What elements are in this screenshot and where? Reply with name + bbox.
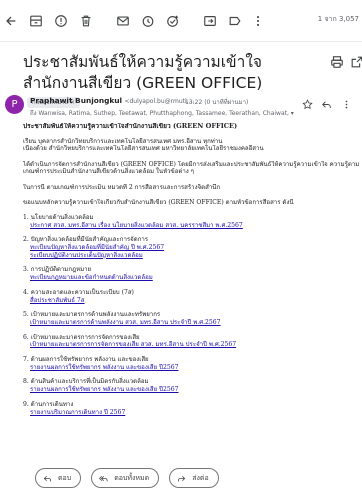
add-task-icon[interactable] [163, 11, 183, 31]
item-title: 7. ด้านผลการใช้ทรัพยากร พลังงาน และของเส… [23, 356, 149, 364]
list-item: 3. การปฏิบัติตามกฎหมาย ทะเบียนกฎหมายและข… [23, 266, 361, 281]
body-greeting: เรียน บุคลากรสำนักวิทยบริการและเทคโนโลยี… [23, 137, 223, 145]
open-new-window-icon[interactable] [350, 54, 362, 68]
reply-button[interactable]: ตอบ [35, 468, 82, 488]
snooze-icon[interactable] [138, 11, 158, 31]
item-title: 4. ความสะอาดและความเป็นระเบียบ (7ส) [23, 288, 134, 296]
list-item: 8. ด้านสินค้าและบริการที่เป็นมิตรกับสิ่ง… [23, 378, 361, 393]
item-title: 1. นโยบายด้านสิ่งแวดล้อม [23, 213, 94, 221]
reply-actions: ตอบ ตอบทั้งหมด ส่งต่อ [35, 468, 219, 488]
body-para-3: ขอแนบหลักความรู้ความเข้าใจเกี่ยวกับสำนัก… [23, 198, 294, 206]
delete-icon[interactable] [76, 11, 96, 31]
move-to-icon[interactable] [200, 11, 220, 31]
mark-unread-icon[interactable] [113, 11, 133, 31]
star-icon[interactable] [302, 95, 313, 110]
sender-name[interactable]: Praphawit Bunjongkul [30, 96, 122, 105]
back-arrow-icon[interactable] [1, 11, 21, 31]
sender-line: Praphawit Bunjongkul <dulyapol.bu@rmuti.… [30, 96, 194, 105]
item-link[interactable]: ประกาศ สวส. มทร.อีสาน เรื่อง นโยบายสิ่งแ… [23, 222, 361, 230]
forward-label: ส่งต่อ [192, 473, 209, 482]
more-vert-icon[interactable] [248, 11, 268, 31]
email-subject: ประชาสัมพันธ์ให้ความรู้ความเข้าใจสำนักงา… [23, 52, 323, 115]
list-item: 2. ปัญหาสิ่งแวดล้อมที่มีนัยสำคัญและการจั… [23, 236, 361, 259]
message-count: 1 จาก 3,057 [317, 15, 359, 23]
message-toolbar: 1 จาก 3,057 [0, 0, 362, 42]
topic-list: 1. นโยบายด้านสิ่งแวดล้อม ประกาศ สวส. มทร… [23, 214, 361, 416]
subject-text: ประชาสัมพันธ์ให้ความรู้ความเข้าใจสำนักงา… [23, 53, 263, 92]
forward-button[interactable]: ส่งต่อ [169, 468, 219, 488]
body-title: ประชาสัมพันธ์ให้ความรู้ความเข้าใจสำนักงา… [23, 123, 238, 130]
body-subject-line: เนื่องด้วย สำนักวิทยบริการและเทคโนโลยีสา… [23, 145, 264, 153]
item-link[interactable]: ทะเบียนกฎหมายและข้อกำหนดด้านสิ่งแวดล้อม [23, 274, 361, 282]
item-link[interactable]: รายงานปริมาณการเดินทาง ปี 2567 [23, 409, 361, 417]
list-item: 7. ด้านผลการใช้ทรัพยากร พลังงาน และของเส… [23, 356, 361, 371]
item-link[interactable]: เป้าหมายและมาตรการการจัดการของเสีย สวส. … [23, 341, 361, 349]
sender-email: <dulyapol.bu@rmuti.... [124, 98, 195, 105]
list-item: 6. เป้าหมายและมาตรการการจัดการของเสีย เป… [23, 334, 361, 349]
list-item: 9. ด้านการเดินทาง รายงานปริมาณการเดินทาง… [23, 401, 361, 416]
more-options-icon[interactable] [341, 95, 352, 109]
label-icon[interactable] [225, 11, 245, 31]
reply-icon[interactable] [321, 95, 332, 108]
reply-all-button[interactable]: ตอบทั้งหมด [91, 468, 160, 488]
item-link[interactable]: รายงานผลการใช้ทรัพยากร พลังงาน และของเสี… [23, 386, 361, 394]
list-item: 5. เป้าหมายและมาตรการด้านพลังงานและทรัพย… [23, 311, 361, 326]
archive-icon[interactable] [26, 11, 46, 31]
email-time: 13:22 (0 นาทีที่ผ่านมา) [185, 99, 249, 106]
reply-all-label: ตอบทั้งหมด [114, 473, 150, 482]
sender-avatar: P [5, 95, 24, 114]
list-item: 1. นโยบายด้านสิ่งแวดล้อม ประกาศ สวส. มทร… [23, 214, 361, 229]
item-title: 9. ด้านการเดินทาง [23, 400, 74, 408]
item-title: 5. เป้าหมายและมาตรการด้านพลังงานและทรัพย… [23, 311, 161, 319]
body-para-2: ในการนี้ ตามเกณฑ์การประเมิน หมวดที่ 2 กา… [23, 183, 221, 191]
recipients-line[interactable]: ถึง Wanwisa, Ratima, Suthep, Teetawat, P… [30, 108, 360, 118]
item-link[interactable]: รายงานผลการใช้ทรัพยากร พลังงาน และของเสี… [23, 364, 361, 372]
email-body: ประชาสัมพันธ์ให้ความรู้ความเข้าใจสำนักงา… [23, 123, 361, 423]
item-link[interactable]: ระเบียบปฏิบัติงานประเด็นปัญหาสิ่งแวดล้อม [23, 252, 361, 260]
item-link[interactable]: ทะเบียนปัญหาสิ่งแวดล้อมที่มีนัยสำคัญ ปี … [23, 244, 361, 252]
reply-label: ตอบ [58, 473, 72, 482]
forward-arrow-icon [178, 475, 186, 481]
report-spam-icon[interactable] [51, 11, 71, 31]
item-title: 3. การปฏิบัติตามกฎหมาย [23, 266, 92, 274]
item-link[interactable]: เป้าหมายและมาตรการด้านพลังงาน สวส. มทร.อ… [23, 319, 361, 327]
print-icon[interactable] [330, 54, 344, 68]
body-para-1: ได้ดำเนินการจัดการสำนักงานสีเขียว (GREEN… [23, 160, 360, 176]
item-title: 2. ปัญหาสิ่งแวดล้อมที่มีนัยสำคัญและการจั… [23, 236, 149, 244]
list-item: 4. ความสะอาดและความเป็นระเบียบ (7ส) สื่อ… [23, 289, 361, 304]
reply-all-icon [99, 475, 108, 481]
item-link[interactable]: สื่อประชาสัมพันธ์ 7ส [23, 297, 361, 305]
reply-arrow-icon [43, 475, 52, 481]
